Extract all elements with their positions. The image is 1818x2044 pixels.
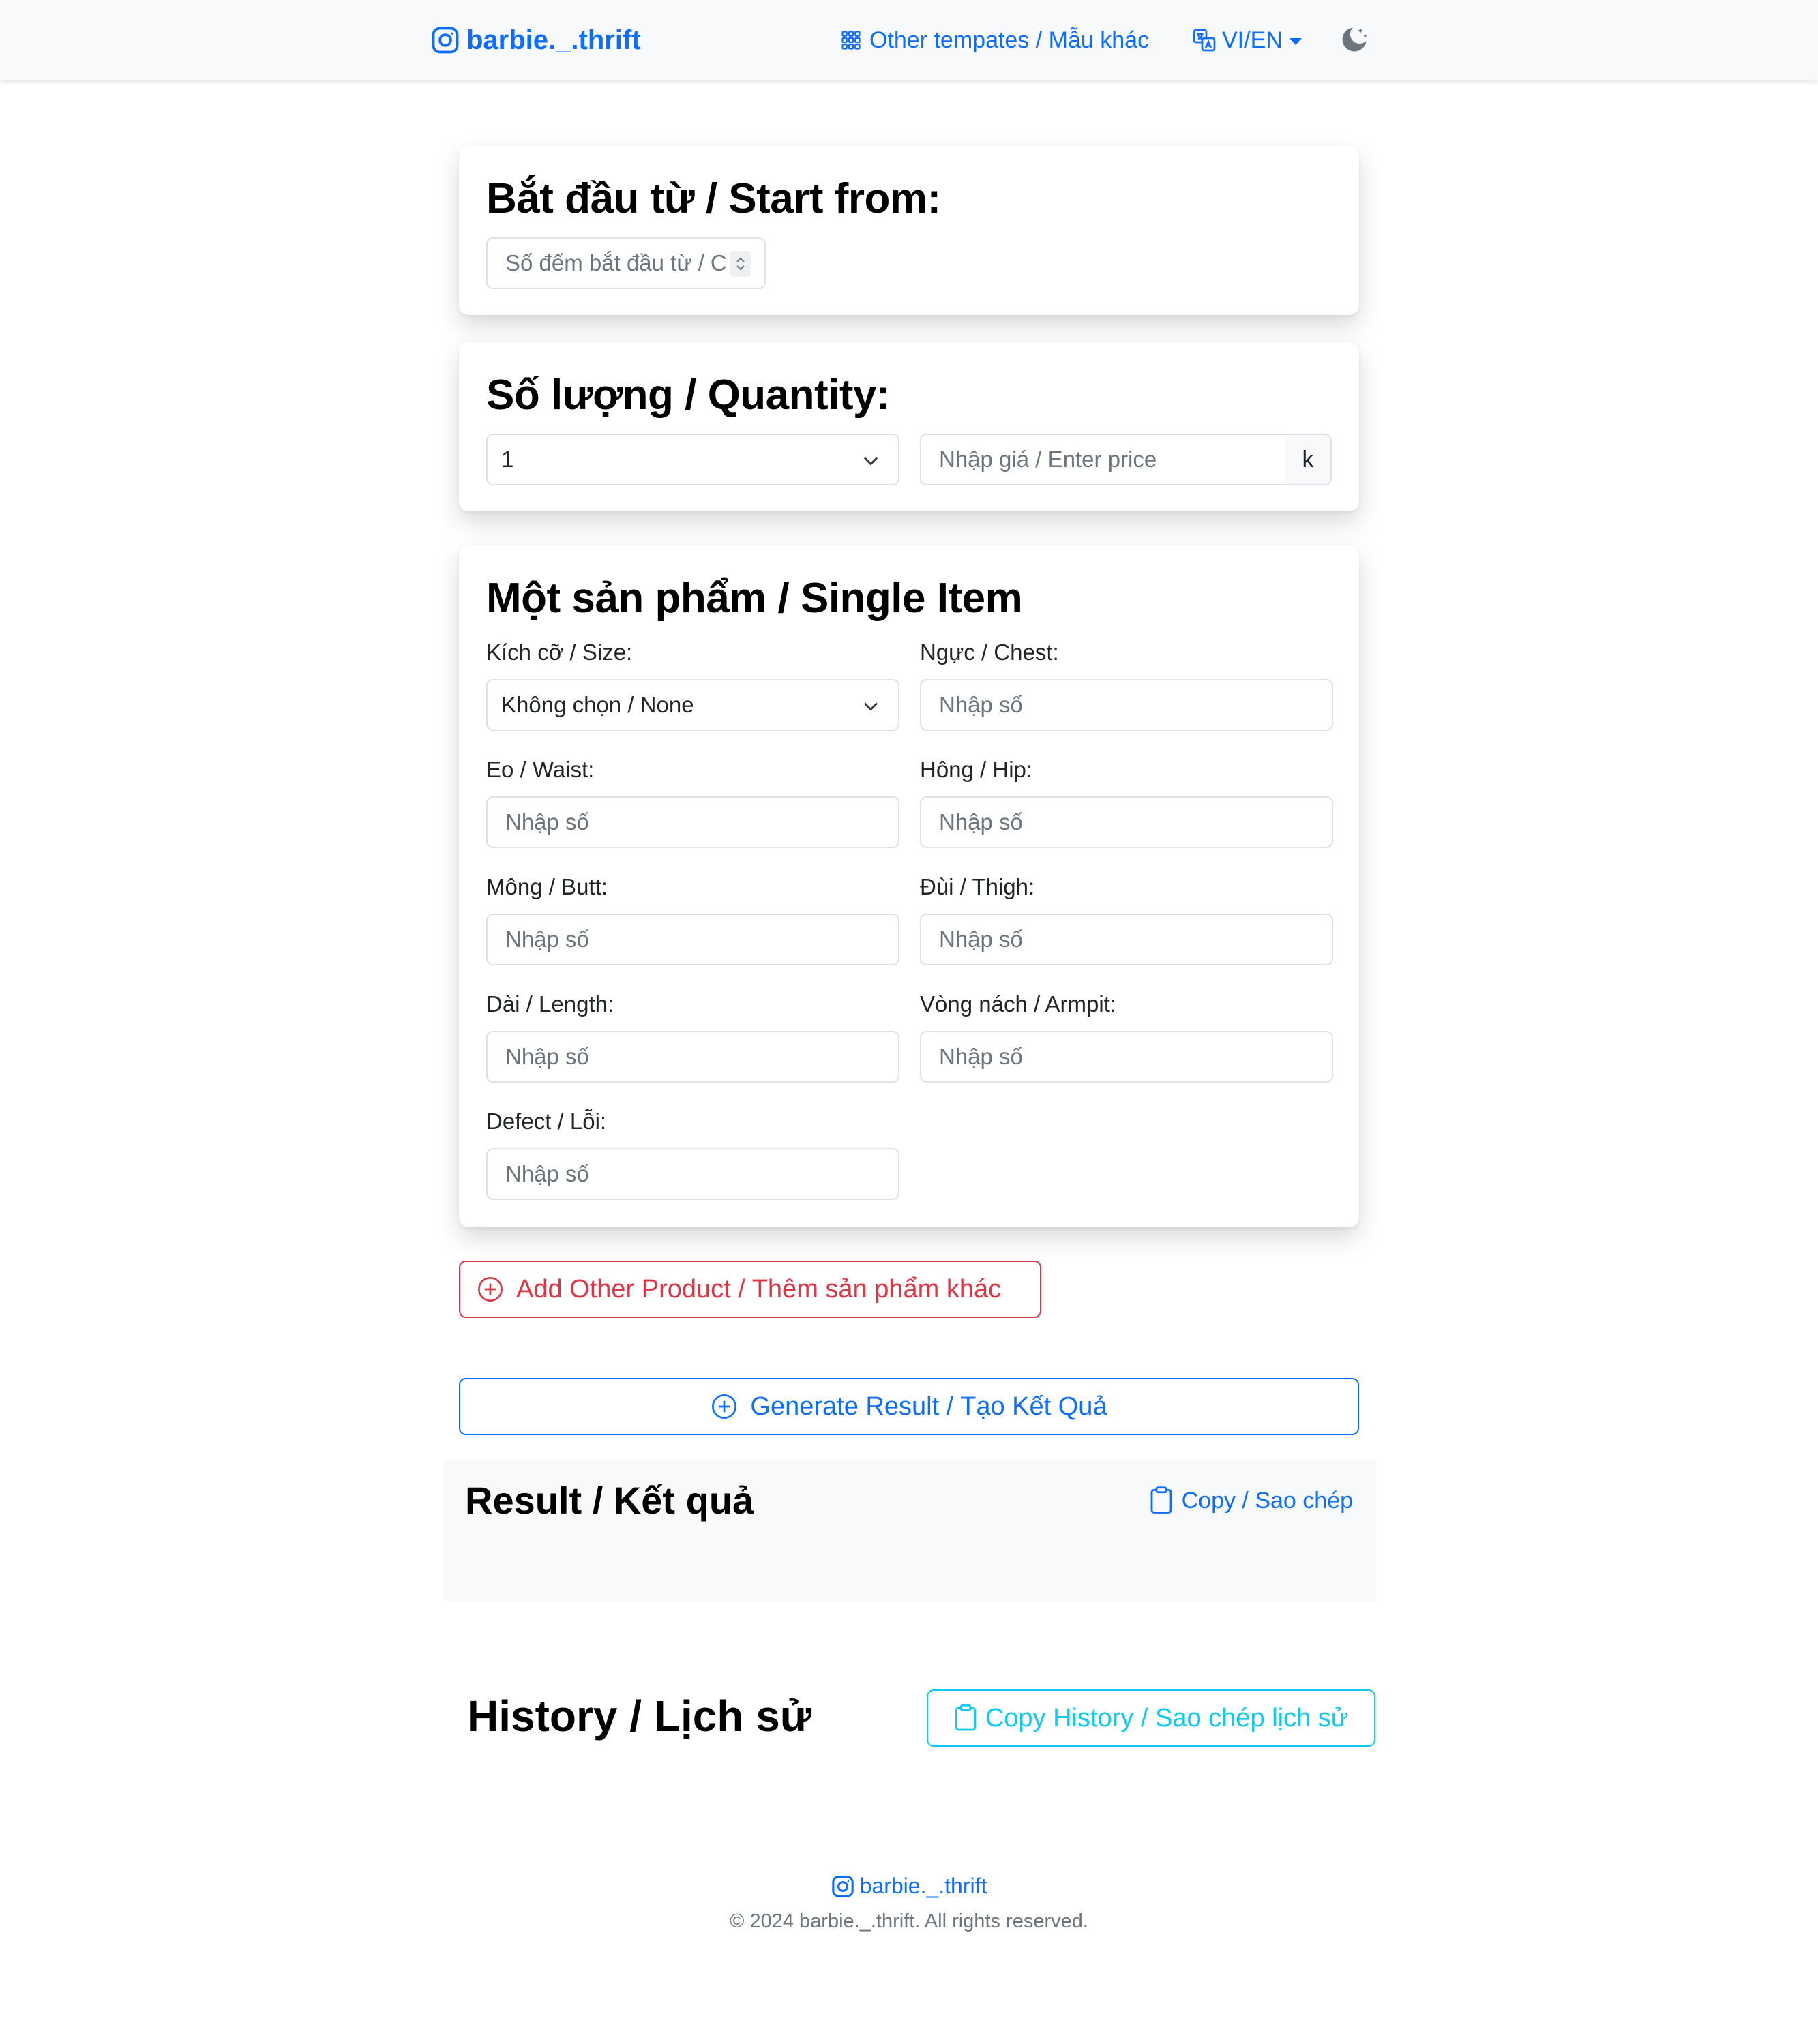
thigh-label: Đùi / Thigh: [920,874,1035,899]
single-item-title: Một sản phẩm / Single Item [486,575,1023,622]
thigh-input[interactable]: Nhập số [920,914,1333,965]
defect-input[interactable]: Nhập số [486,1148,899,1200]
hip-input[interactable]: Nhập số [920,796,1333,848]
price-input[interactable]: Nhập giá / Enter price [920,434,1287,485]
armpit-label: Vòng nách / Armpit: [920,991,1116,1017]
add-product-button[interactable]: Add Other Product / Thêm sản phẩm khác [459,1261,1041,1318]
length-input[interactable]: Nhập số [486,1031,899,1083]
waist-placeholder: Nhập số [505,809,589,835]
brand-link[interactable]: barbie._.thrift [431,22,641,59]
defect-placeholder: Nhập số [505,1161,589,1186]
quantity-value: 1 [501,447,514,472]
spinner-icon[interactable] [730,251,751,277]
butt-input[interactable]: Nhập số [486,914,899,965]
armpit-placeholder: Nhập số [939,1044,1023,1069]
result-panel: Result / Kết quả Copy / Sao chép [443,1459,1376,1602]
language-label: VI/EN [1222,27,1283,53]
grid-icon [841,31,861,50]
clipboard-icon [1150,1486,1172,1514]
chest-placeholder: Nhập số [939,692,1023,717]
chevron-down-icon [863,457,878,466]
start-from-title: Bắt đầu từ / Start from: [486,175,941,222]
add-product-label: Add Other Product / Thêm sản phẩm khác [516,1274,1002,1304]
templates-link[interactable]: Other tempates / Mẫu khác [841,22,1149,59]
copy-history-label: Copy History / Sao chép lịch sử [985,1703,1349,1732]
length-label: Dài / Length: [486,991,614,1017]
templates-link-label: Other tempates / Mẫu khác [869,27,1150,53]
instagram-icon [432,27,459,54]
quantity-select[interactable]: 1 [486,434,899,485]
caret-down-icon [1289,38,1302,45]
start-count-input[interactable]: Số đếm bắt đầu từ / C [486,237,766,289]
quantity-title: Số lượng / Quantity: [486,372,891,419]
plus-circle-icon [712,1394,737,1419]
instagram-icon [831,1875,854,1897]
waist-input[interactable]: Nhập số [486,796,899,848]
thigh-placeholder: Nhập số [939,927,1023,952]
butt-placeholder: Nhập số [505,927,589,952]
waist-label: Eo / Waist: [486,757,595,782]
price-suffix: k [1285,434,1332,485]
copy-result-label: Copy / Sao chép [1181,1487,1353,1514]
footer-brand-text: barbie._.thrift [859,1874,987,1898]
plus-circle-icon [478,1277,503,1302]
price-placeholder: Nhập giá / Enter price [939,447,1157,472]
chevron-down-icon [863,702,878,711]
chest-input[interactable]: Nhập số [920,679,1333,731]
quantity-card: Số lượng / Quantity: 1 Nhập giá / Enter … [459,342,1359,511]
armpit-input[interactable]: Nhập số [920,1031,1333,1083]
result-title: Result / Kết quả [465,1479,754,1522]
navbar: barbie._.thrift Other tempates / Mẫu khá… [0,0,1818,80]
translate-icon [1193,29,1216,52]
hip-label: Hông / Hip: [920,757,1033,782]
start-from-card: Bắt đầu từ / Start from: Số đếm bắt đầu … [459,146,1359,315]
generate-result-label: Generate Result / Tạo Kết Quả [750,1392,1107,1421]
defect-label: Defect / Lỗi: [486,1109,607,1134]
chest-label: Ngực / Chest: [920,640,1059,665]
language-dropdown[interactable]: VI/EN [1192,22,1302,59]
generate-result-button[interactable]: Generate Result / Tạo Kết Quả [459,1378,1359,1435]
butt-label: Mông / Butt: [486,874,608,899]
single-item-card: Một sản phẩm / Single Item Kích cỡ / Siz… [459,545,1359,1227]
copy-result-button[interactable]: Copy / Sao chép [1149,1486,1353,1515]
size-select[interactable]: Không chọn / None [486,679,899,731]
length-placeholder: Nhập số [505,1044,589,1069]
size-value: Không chọn / None [501,692,694,717]
footer-copyright: © 2024 barbie._.thrift. All rights reser… [730,1910,1088,1932]
copy-history-button[interactable]: Copy History / Sao chép lịch sử [927,1689,1375,1747]
history-title: History / Lịch sử [467,1692,812,1741]
size-label: Kích cỡ / Size: [486,640,633,665]
footer-brand-link[interactable]: barbie._.thrift [0,1874,1818,1899]
hip-placeholder: Nhập số [939,809,1023,835]
brand-text: barbie._.thrift [466,25,641,55]
clipboard-icon [955,1704,976,1731]
start-count-placeholder: Số đếm bắt đầu từ / C [505,250,727,275]
moon-stars-icon[interactable] [1338,23,1371,56]
